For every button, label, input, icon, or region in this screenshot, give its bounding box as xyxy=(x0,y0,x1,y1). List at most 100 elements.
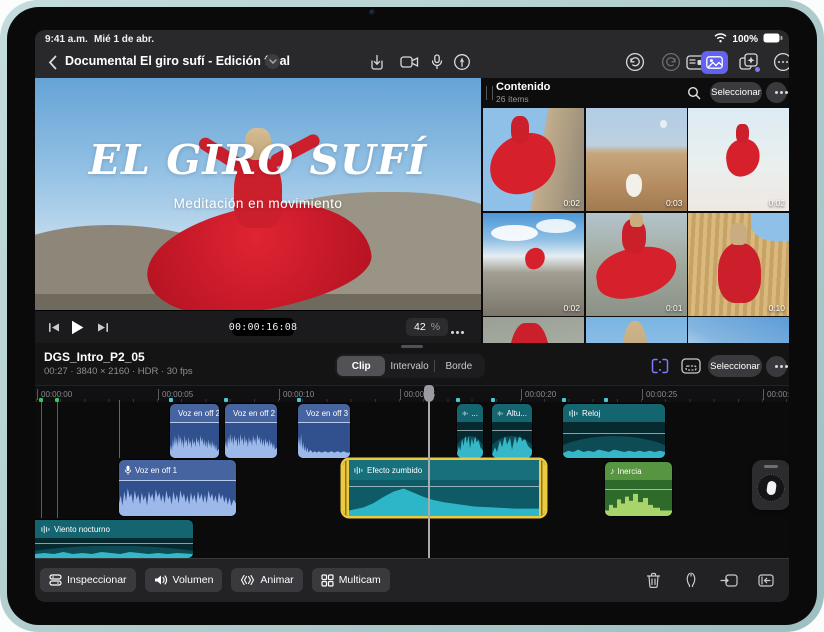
clock: 9:41 a.m. xyxy=(45,34,88,45)
timeline-clip-voz-en-off-3[interactable]: Voz en off 3 xyxy=(298,404,350,458)
playhead[interactable] xyxy=(423,385,435,558)
jog-wheel[interactable] xyxy=(752,460,789,510)
viewer-controls: 00:00:16:08 42% xyxy=(35,310,481,343)
undo-icon[interactable] xyxy=(623,50,647,74)
bottom-toolbar: Inspeccionar Volumen Animar Multicam xyxy=(35,558,789,602)
zoom-value: 42 xyxy=(414,321,426,333)
media-thumbnail[interactable] xyxy=(483,317,584,343)
timeline-clip-efecto-zumbido-selected[interactable]: Efecto zumbido xyxy=(343,460,545,516)
volume-button[interactable]: Volumen xyxy=(145,568,223,592)
tab-clip[interactable]: Clip xyxy=(337,356,385,376)
title-disclosure-button[interactable] xyxy=(265,54,280,69)
video-viewer[interactable]: EL GIRO SUFÍ Meditación en movimiento xyxy=(35,78,481,310)
app-screen: 9:41 a.m. Mié 1 de abr. 100% Documental … xyxy=(35,30,789,602)
timeline-ruler[interactable]: 00:00:00 00:00:05 00:00:10 00:00:15 00:0… xyxy=(35,385,789,403)
timeline-tracks[interactable]: Voz en off 2 Voz en off 2 Voz en off 3 .… xyxy=(35,402,789,558)
audio-waveform xyxy=(298,422,350,458)
media-thumbnail[interactable]: 0:02 xyxy=(688,108,789,211)
timeline-clip-inercia[interactable]: ♪Inercia xyxy=(605,462,672,516)
audio-waveform xyxy=(492,422,532,458)
zoom-level-control[interactable]: 42% xyxy=(406,318,448,336)
camera-icon[interactable] xyxy=(397,50,421,74)
clip-duration: 0:02 xyxy=(563,198,580,208)
audio-waveform xyxy=(119,480,236,516)
animate-button[interactable]: Animar xyxy=(231,568,302,592)
audio-waveform xyxy=(225,422,277,458)
clip-duration: 0:01 xyxy=(666,303,683,313)
thumbnail-grid: 0:02 0:03 0:02 0:02 xyxy=(483,108,789,343)
media-thumbnail[interactable]: 0:01 xyxy=(586,213,687,316)
more-options-icon[interactable] xyxy=(771,50,789,74)
front-camera xyxy=(369,9,376,16)
clip-label: ... xyxy=(471,409,478,418)
clip-label: Efecto zumbido xyxy=(367,466,422,475)
jog-wheel-handle[interactable] xyxy=(764,465,778,468)
media-thumbnail[interactable]: 0:03 xyxy=(586,108,687,211)
audio-waveform xyxy=(563,422,665,458)
timeline-clip-specs: 00:27 · 3840 × 2160 · HDR · 30 fps xyxy=(44,366,193,377)
timeline-clip-voz-en-off-1[interactable]: Voz en off 1 xyxy=(119,460,236,516)
button-label: Multicam xyxy=(339,574,381,586)
timeline-clip-altu[interactable]: Altu... xyxy=(492,404,532,458)
timeline-clip-voz-en-off-2[interactable]: Voz en off 2 xyxy=(170,404,219,458)
timeline-clip-fx[interactable]: ... xyxy=(457,404,483,458)
pencil-draw-icon[interactable] xyxy=(450,50,474,74)
clip-label: Reloj xyxy=(582,409,600,418)
blade-cut-icon[interactable] xyxy=(679,568,703,592)
inspect-button[interactable]: Inspeccionar xyxy=(40,568,136,592)
search-icon[interactable] xyxy=(683,82,705,104)
ipad-device: 9:41 a.m. Mié 1 de abr. 100% Documental … xyxy=(0,0,824,632)
media-browser-icon[interactable] xyxy=(701,51,728,74)
overwrite-clip-icon[interactable] xyxy=(717,568,741,592)
video-subtitle-text: Meditación en movimiento xyxy=(35,196,481,211)
clip-duration: 0:03 xyxy=(666,198,683,208)
snapping-icon[interactable] xyxy=(648,354,672,378)
jog-wheel-knob[interactable] xyxy=(766,480,777,495)
trim-handle-left[interactable] xyxy=(343,460,349,516)
media-thumbnail[interactable]: 0:02 xyxy=(483,108,584,211)
media-thumbnail[interactable] xyxy=(688,317,789,343)
multicam-button[interactable]: Multicam xyxy=(312,568,390,592)
media-thumbnail[interactable]: 0:10 xyxy=(688,213,789,316)
microphone-icon[interactable] xyxy=(425,50,449,74)
timeline-clip-viento-nocturno[interactable]: Viento nocturno xyxy=(35,520,193,558)
marker-line xyxy=(57,400,58,518)
playhead-handle[interactable] xyxy=(424,385,434,402)
skip-to-end-icon[interactable] xyxy=(93,318,113,336)
button-label: Volumen xyxy=(173,574,214,586)
timeline-clip-voz-en-off-2[interactable]: Voz en off 2 xyxy=(225,404,277,458)
tab-borde[interactable]: Borde xyxy=(435,356,483,376)
import-media-icon[interactable] xyxy=(365,50,389,74)
tab-intervalo[interactable]: Intervalo xyxy=(385,356,433,376)
connected-clip-icon[interactable] xyxy=(679,354,703,378)
panel-drag-handle[interactable] xyxy=(486,86,493,100)
project-title[interactable]: Documental El giro sufí - Edición final xyxy=(65,54,290,68)
effects-icon[interactable] xyxy=(737,50,761,74)
clip-marker xyxy=(491,398,495,402)
clip-label: Voz en off 2 xyxy=(233,409,275,418)
delete-icon[interactable] xyxy=(641,568,665,592)
status-bar: 9:41 a.m. Mié 1 de abr. 100% xyxy=(35,30,789,47)
timeline-resize-handle[interactable] xyxy=(401,345,423,348)
skip-to-start-icon[interactable] xyxy=(44,318,64,336)
top-bar: 9:41 a.m. Mié 1 de abr. 100% Documental … xyxy=(35,30,789,78)
timecode-display[interactable]: 00:00:16:08 xyxy=(232,318,294,336)
browser-more-button[interactable] xyxy=(766,82,787,103)
timeline-more-button[interactable] xyxy=(766,356,787,377)
append-clip-icon[interactable] xyxy=(755,568,779,592)
clip-label: Altu... xyxy=(507,409,527,418)
browser-select-button[interactable]: Seleccionar xyxy=(710,82,762,103)
app-toolbar: Documental El giro sufí - Edición final xyxy=(35,47,789,78)
clip-marker xyxy=(297,398,301,402)
trim-handle-right[interactable] xyxy=(539,460,545,516)
timeline-select-button[interactable]: Seleccionar xyxy=(708,355,762,377)
media-thumbnail[interactable]: 0:02 xyxy=(483,213,584,316)
audio-waveform xyxy=(457,422,483,458)
media-thumbnail[interactable] xyxy=(586,317,687,343)
timeline-clip-reloj[interactable]: Reloj xyxy=(563,404,665,458)
play-icon[interactable] xyxy=(67,318,87,336)
jog-wheel-dial[interactable] xyxy=(757,474,785,502)
browser-header: Contenido 26 ítems Seleccionar xyxy=(483,78,789,108)
back-chevron-icon[interactable] xyxy=(43,52,61,72)
viewer-more-icon[interactable] xyxy=(451,321,454,339)
